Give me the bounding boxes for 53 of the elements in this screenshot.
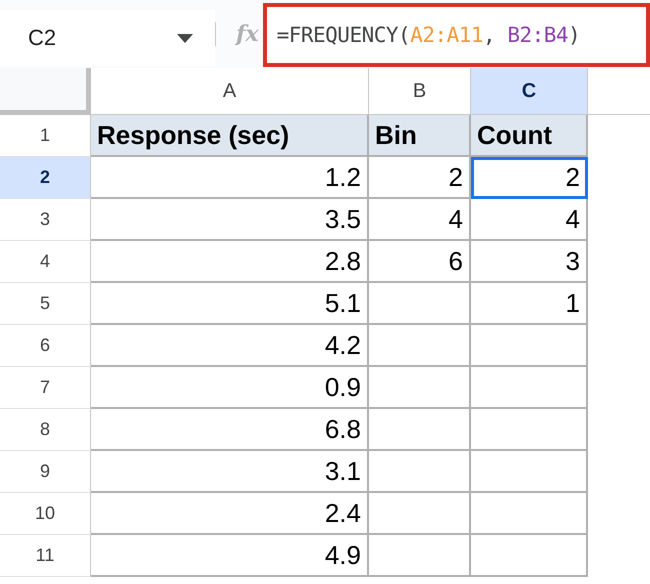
row-header[interactable]: 10 [0,493,91,535]
dropdown-caret-icon[interactable] [177,34,193,42]
table-cell[interactable]: 4 [369,199,471,241]
table-cell[interactable] [369,409,471,451]
header-cell[interactable]: Response (sec) [91,115,369,157]
table-cell[interactable]: 1.2 [91,157,369,199]
table-cell[interactable] [471,367,588,409]
table-cell[interactable] [471,535,588,577]
column-header[interactable]: B [369,68,471,115]
table-cell[interactable] [471,409,588,451]
name-box[interactable]: C2 [0,10,215,66]
row-header[interactable]: 8 [0,409,91,451]
row-header[interactable]: 3 [0,199,91,241]
table-cell[interactable]: 4 [471,199,588,241]
table-cell[interactable] [369,451,471,493]
table-cell[interactable] [369,535,471,577]
row-header[interactable]: 5 [0,283,91,325]
table-cell[interactable]: 3.5 [91,199,369,241]
cell-reference: C2 [28,25,56,51]
row-header[interactable]: 1 [0,115,91,157]
function-icon: fx [236,21,259,47]
table-cell[interactable]: 3 [471,241,588,283]
header-cell[interactable]: Count [471,115,588,157]
formula-field[interactable]: =FREQUENCY(A2:A11, B2:B4) [262,3,650,67]
table-cell[interactable] [471,451,588,493]
table-cell[interactable]: 4.2 [91,325,369,367]
row-header[interactable]: 7 [0,367,91,409]
table-cell[interactable] [369,367,471,409]
column-header[interactable]: A [91,68,369,115]
table-cell[interactable]: 2 [471,157,588,199]
column-header[interactable]: C [471,68,588,115]
row-header[interactable]: 9 [0,451,91,493]
row-header[interactable]: 11 [0,535,91,577]
table-cell[interactable] [471,493,588,535]
table-cell[interactable]: 1 [471,283,588,325]
select-all-corner[interactable] [0,68,91,115]
table-cell[interactable]: 2.4 [91,493,369,535]
table-cell[interactable]: 2 [369,157,471,199]
table-cell[interactable] [369,493,471,535]
table-cell[interactable] [471,325,588,367]
table-cell[interactable]: 0.9 [91,367,369,409]
table-cell[interactable]: 4.9 [91,535,369,577]
header-cell[interactable]: Bin [369,115,471,157]
row-header[interactable]: 2 [0,157,91,199]
table-cell[interactable] [369,283,471,325]
row-header[interactable]: 4 [0,241,91,283]
table-cell[interactable] [369,325,471,367]
table-cell[interactable]: 3.1 [91,451,369,493]
table-cell[interactable]: 6 [369,241,471,283]
row-header[interactable]: 6 [0,325,91,367]
table-cell[interactable]: 5.1 [91,283,369,325]
table-cell[interactable]: 2.8 [91,241,369,283]
table-cell[interactable]: 6.8 [91,409,369,451]
